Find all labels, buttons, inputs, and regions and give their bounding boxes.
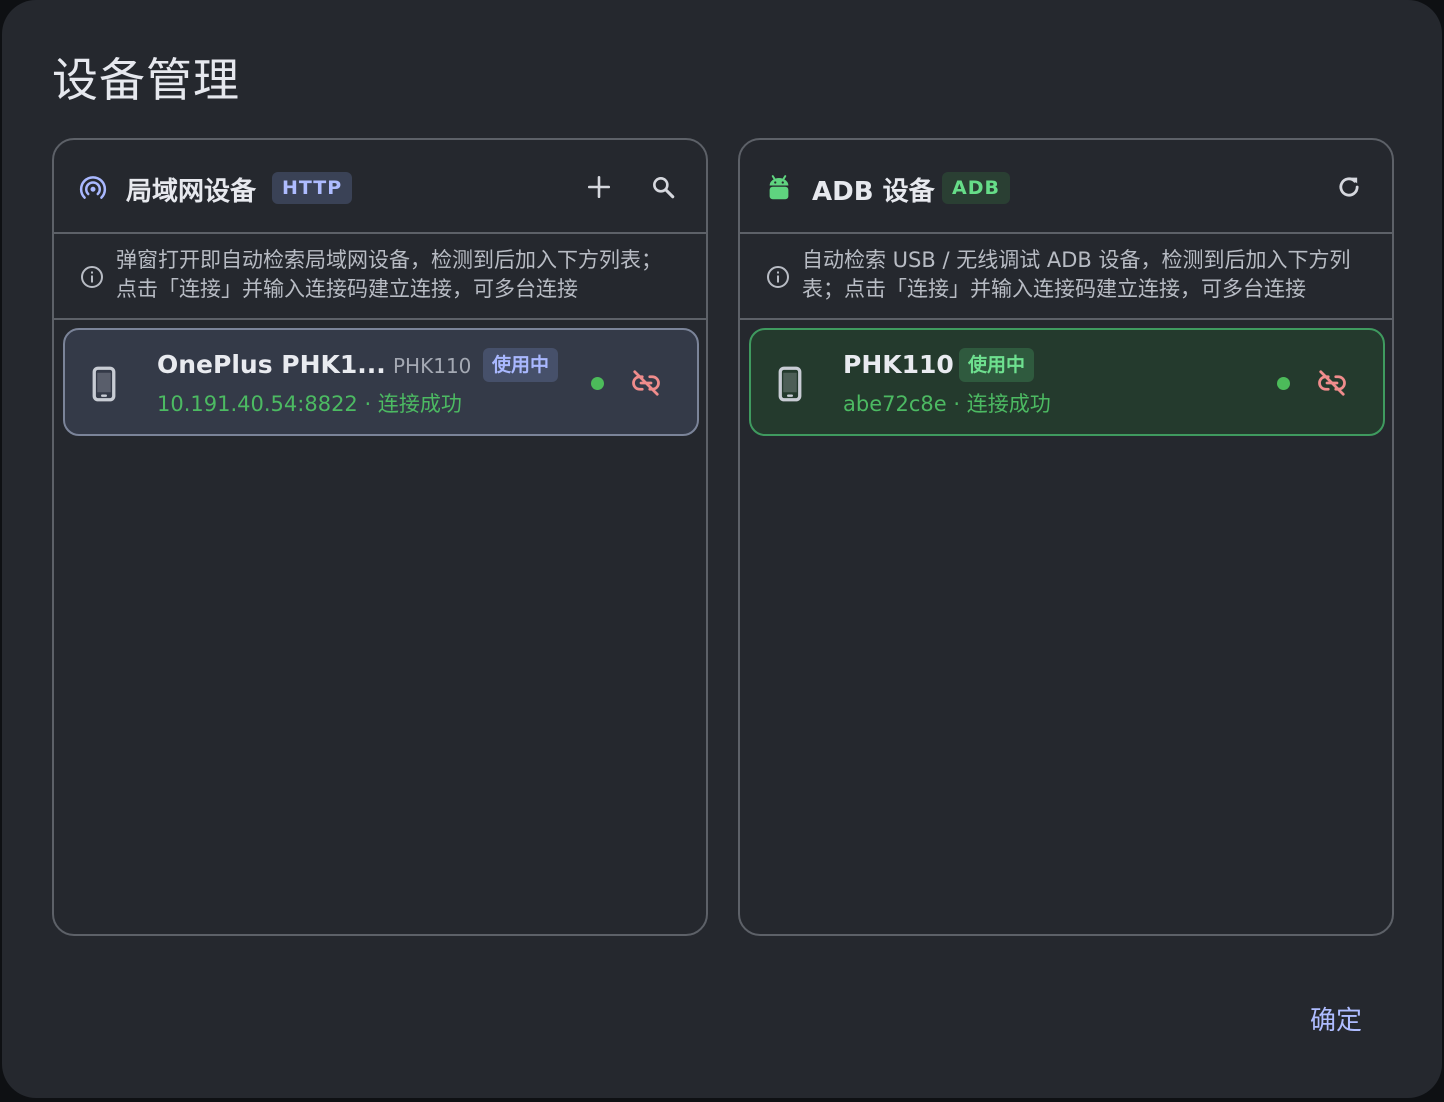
lan-info-row: 弹窗打开即自动检索局域网设备，检测到后加入下方列表；点击「连接」并输入连接码建立… [54, 234, 706, 320]
lan-devices-panel: 局域网设备 HTTP 弹窗打开即自动检索局域网设备，检测到后加入下方列表；点击「 [52, 138, 708, 936]
device-name: OnePlus PHK1... [157, 350, 386, 379]
in-use-badge: 使用中 [959, 348, 1035, 382]
search-icon [653, 177, 675, 199]
info-icon [767, 266, 789, 288]
adb-device-card[interactable]: PHK110 使用中 abe72c8e · 连接成功 [749, 328, 1385, 436]
adb-panel-header: ADB 设备 ADB [740, 140, 1392, 234]
lan-panel-header: 局域网设备 HTTP [54, 140, 706, 234]
adb-devices-panel: ADB 设备 ADB 自动检索 USB / 无线调试 ADB 设备，检测到后加入… [738, 138, 1394, 936]
adb-info-row: 自动检索 USB / 无线调试 ADB 设备，检测到后加入下方列表；点击「连接」… [740, 234, 1392, 320]
device-model: PHK110 [393, 354, 472, 378]
adb-badge: ADB [942, 172, 1010, 204]
online-status-dot [591, 377, 604, 390]
http-badge: HTTP [272, 172, 353, 204]
device-serial-status: abe72c8e · 连接成功 [843, 392, 1051, 416]
wifi-tethering-icon [79, 176, 107, 199]
disconnect-link-off-icon[interactable] [1317, 368, 1347, 398]
refresh-icon [1339, 177, 1359, 197]
confirm-button[interactable]: 确定 [1310, 1000, 1362, 1037]
info-icon [81, 266, 103, 288]
device-name: PHK110 [843, 350, 954, 379]
online-status-dot [1277, 377, 1290, 390]
disconnect-link-off-icon[interactable] [631, 368, 661, 398]
in-use-badge: 使用中 [483, 348, 559, 382]
adb-panel-title: ADB 设备 [812, 177, 935, 207]
lan-panel-title: 局域网设备 [126, 177, 257, 207]
android-icon [769, 175, 789, 200]
add-device-button[interactable] [582, 170, 616, 204]
smartphone-icon [92, 366, 116, 402]
adb-info-text: 自动检索 USB / 无线调试 ADB 设备，检测到后加入下方列表；点击「连接」… [802, 248, 1351, 301]
smartphone-icon [778, 366, 802, 402]
dialog-title: 设备管理 [52, 53, 240, 107]
add-icon [587, 175, 611, 199]
device-address-status: 10.191.40.54:8822 · 连接成功 [157, 392, 462, 416]
lan-device-card[interactable]: OnePlus PHK1... PHK110 使用中 10.191.40.54:… [63, 328, 699, 436]
device-manager-dialog: 设备管理 局域网设备 HTTP 弹窗打开即自动检索局域网设备，检测到后加入下方列… [2, 0, 1442, 1098]
refresh-devices-button[interactable] [1332, 170, 1366, 204]
lan-info-text: 弹窗打开即自动检索局域网设备，检测到后加入下方列表；点击「连接」并输入连接码建立… [116, 248, 662, 301]
search-devices-button[interactable] [646, 170, 680, 204]
